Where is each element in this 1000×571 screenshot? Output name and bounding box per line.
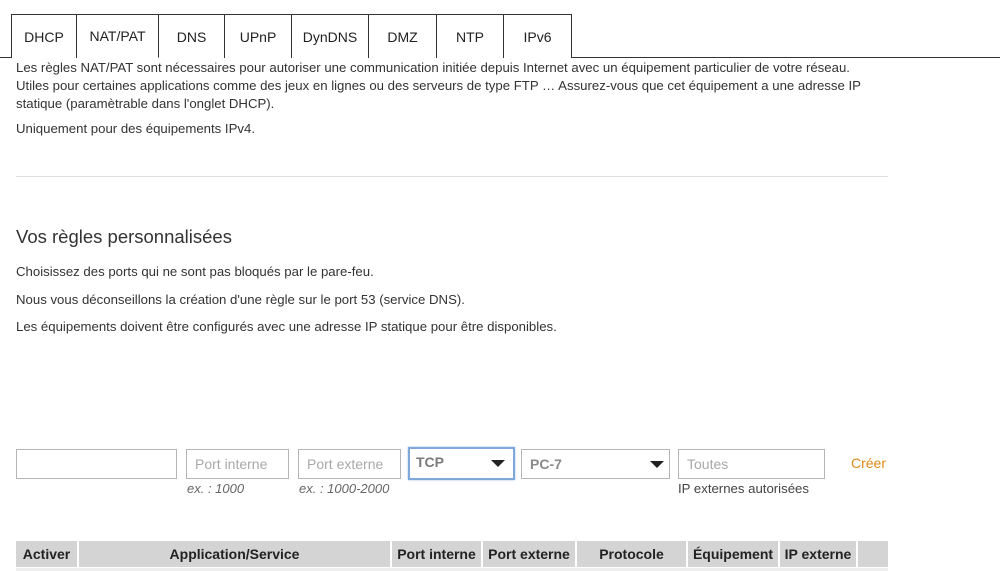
col-device: Équipement xyxy=(688,541,778,567)
external-port-hint: ex. : 1000-2000 xyxy=(299,481,390,496)
rules-table-header: Activer Application/Service Port interne… xyxy=(16,541,890,567)
note-firewall: Choisissez des ports qui ne sont pas blo… xyxy=(16,264,374,279)
col-internal-port: Port interne xyxy=(392,541,481,567)
internal-port-input[interactable] xyxy=(186,449,289,479)
app-name-input[interactable] xyxy=(16,449,177,479)
col-external-port: Port externe xyxy=(483,541,575,567)
create-button[interactable]: Créer xyxy=(851,455,886,471)
col-enable: Activer xyxy=(16,541,77,567)
chevron-down-icon xyxy=(650,461,664,468)
tab-ipv6[interactable]: IPv6 xyxy=(504,14,572,58)
external-ip-hint: IP externes autorisées xyxy=(678,481,809,496)
tab-dns[interactable]: DNS xyxy=(159,14,225,58)
intro-text: Les règles NAT/PAT sont nécessaires pour… xyxy=(16,60,861,111)
section-title: Vos règles personnalisées xyxy=(16,226,232,247)
tab-dmz[interactable]: DMZ xyxy=(369,14,437,58)
section-divider xyxy=(16,176,888,177)
tab-dhcp[interactable]: DHCP xyxy=(11,14,77,58)
col-actions xyxy=(858,541,888,567)
chevron-down-icon xyxy=(491,460,505,467)
device-select[interactable]: PC-7 xyxy=(521,449,670,479)
ipv4-note: Uniquement pour des équipements IPv4. xyxy=(16,121,255,136)
tab-bar: DHCP NAT/PAT DNS UPnP DynDNS DMZ NTP IPv… xyxy=(11,14,572,58)
internal-port-hint: ex. : 1000 xyxy=(187,481,245,496)
col-external-ip: IP externe xyxy=(780,541,856,567)
external-port-input[interactable] xyxy=(298,449,401,479)
tab-upnp[interactable]: UPnP xyxy=(225,14,292,58)
col-protocol: Protocole xyxy=(577,541,686,567)
external-ip-input[interactable] xyxy=(678,449,825,479)
tab-ntp[interactable]: NTP xyxy=(437,14,504,58)
note-static-ip: Les équipements doivent être configurés … xyxy=(16,319,557,334)
tab-dyndns[interactable]: DynDNS xyxy=(292,14,369,58)
protocol-value: TCP xyxy=(416,454,444,470)
tab-nat-pat[interactable]: NAT/PAT xyxy=(77,14,159,58)
device-value: PC-7 xyxy=(530,456,562,472)
col-application: Application/Service xyxy=(79,541,390,567)
note-port-53: Nous vous déconseillons la création d'un… xyxy=(16,292,465,307)
